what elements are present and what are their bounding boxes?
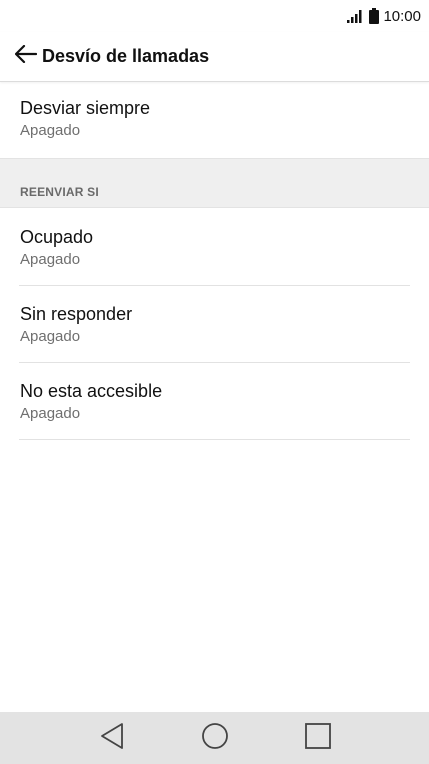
nav-home-icon [201, 722, 229, 755]
divider [19, 439, 410, 440]
nav-recents-icon [304, 722, 332, 755]
signal-icon [347, 9, 365, 23]
divider [19, 285, 410, 286]
setting-item-ocupado[interactable]: Ocupado Apagado [0, 226, 429, 270]
navigation-bar [0, 712, 429, 764]
battery-icon [369, 8, 380, 24]
setting-item-desviar-siempre[interactable]: Desviar siempre Apagado [0, 97, 429, 141]
setting-item-subtitle: Apagado [20, 328, 81, 345]
setting-item-subtitle: Apagado [20, 405, 81, 422]
status-time: 10:00 [383, 7, 421, 25]
setting-item-sin-responder[interactable]: Sin responder Apagado [0, 303, 429, 347]
nav-back-button[interactable] [87, 716, 137, 760]
page-title: Desvío de llamadas [42, 46, 210, 66]
setting-item-title: No esta accesible [20, 381, 163, 401]
nav-home-button[interactable] [190, 716, 240, 760]
setting-item-title: Sin responder [20, 304, 133, 324]
nav-back-icon [99, 722, 125, 755]
divider [19, 362, 410, 363]
nav-recents-button[interactable] [293, 716, 343, 760]
setting-item-title: Desviar siempre [20, 98, 151, 118]
section-header: REENVIAR SI [0, 158, 429, 208]
app-bar: Desvío de llamadas [0, 32, 429, 82]
setting-item-subtitle: Apagado [20, 251, 81, 268]
screen: 10:00 Desvío de llamadas Desviar siempre… [0, 0, 429, 764]
setting-item-title: Ocupado [20, 227, 94, 247]
section-label: REENVIAR SI [20, 185, 99, 199]
back-arrow-icon [14, 44, 38, 68]
setting-item-subtitle: Apagado [20, 122, 81, 139]
status-bar: 10:00 [0, 0, 429, 32]
setting-item-no-esta-accesible[interactable]: No esta accesible Apagado [0, 380, 429, 424]
